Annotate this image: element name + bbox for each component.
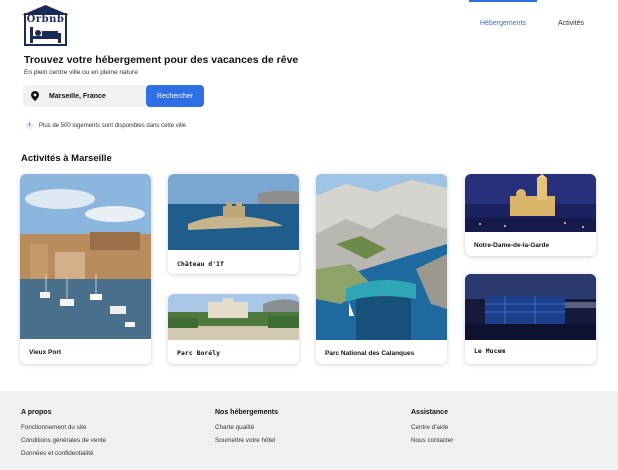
parc-borely-photo (168, 294, 299, 340)
activity-card-parc-borely[interactable]: Parc Borély (168, 294, 299, 364)
footer-heading: Nos hébergements (215, 409, 279, 416)
card-label: Notre-Dame-de-la-Garde (474, 242, 550, 249)
activities-title: Activités à Marseille (21, 153, 112, 164)
footer-column-hebergements: Nos hébergements Charte qualité Soumettr… (215, 409, 278, 450)
tab-hebergements[interactable]: Hébergements (480, 20, 526, 27)
info-text: Plus de 500 logements sont disponibles d… (39, 122, 187, 129)
activity-card-chateau-d-if[interactable]: Château d'If (168, 174, 299, 274)
activity-card-notre-dame[interactable]: Notre-Dame-de-la-Garde (465, 174, 596, 256)
bed-icon (30, 27, 61, 43)
footer-column-a-propos: A propos Fonctionnement du site Conditio… (21, 409, 106, 463)
mucem-photo (465, 274, 596, 340)
footer-link[interactable]: Soumettre votre hôtel (215, 437, 278, 444)
footer-link[interactable]: Conditions générales de vente (21, 437, 106, 444)
card-label: Le Mucem (474, 347, 506, 355)
hero-subtitle: En plein centre ville ou en pleine natur… (24, 69, 138, 76)
footer-heading: Assistance (411, 409, 448, 416)
map-pin-icon (31, 91, 39, 101)
info-icon: i (26, 122, 33, 129)
orbnb-logo[interactable]: Orbnb (22, 5, 69, 46)
active-tab-indicator (469, 0, 537, 2)
footer-link[interactable]: Centre d'aide (411, 424, 453, 431)
activity-card-calanques[interactable]: Parc National des Calanques (316, 174, 447, 364)
search-button[interactable]: Rechercher (146, 85, 204, 107)
chateau-d-if-photo (168, 174, 299, 250)
card-label: Parc Borély (177, 349, 221, 357)
card-label: Château d'If (177, 260, 224, 268)
search-input[interactable] (49, 85, 145, 107)
tab-activites[interactable]: Activités (558, 20, 584, 27)
hero-title: Trouvez votre hébergement pour des vacan… (24, 54, 299, 66)
search-field[interactable] (23, 85, 147, 107)
activity-card-vieux-port[interactable]: Vieux Port (20, 174, 151, 364)
card-label: Parc National des Calanques (325, 350, 415, 357)
calanques-photo (316, 174, 447, 340)
footer-heading: A propos (21, 409, 52, 416)
activity-card-mucem[interactable]: Le Mucem (465, 274, 596, 364)
vieux-port-photo (20, 174, 151, 339)
notre-dame-photo (465, 174, 596, 232)
footer-link[interactable]: Charte qualité (215, 424, 278, 431)
card-label: Vieux Port (29, 349, 62, 356)
availability-info: i Plus de 500 logements sont disponibles… (26, 122, 186, 129)
footer: A propos Fonctionnement du site Conditio… (0, 391, 618, 470)
footer-column-assistance: Assistance Centre d'aide Nous contacter (411, 409, 453, 450)
logo-text: Orbnb (26, 14, 65, 25)
search-bar: Rechercher (23, 85, 204, 107)
footer-link[interactable]: Données et confidentialité (21, 450, 106, 457)
footer-link[interactable]: Fonctionnement du site (21, 424, 106, 431)
footer-link[interactable]: Nous contacter (411, 437, 453, 444)
